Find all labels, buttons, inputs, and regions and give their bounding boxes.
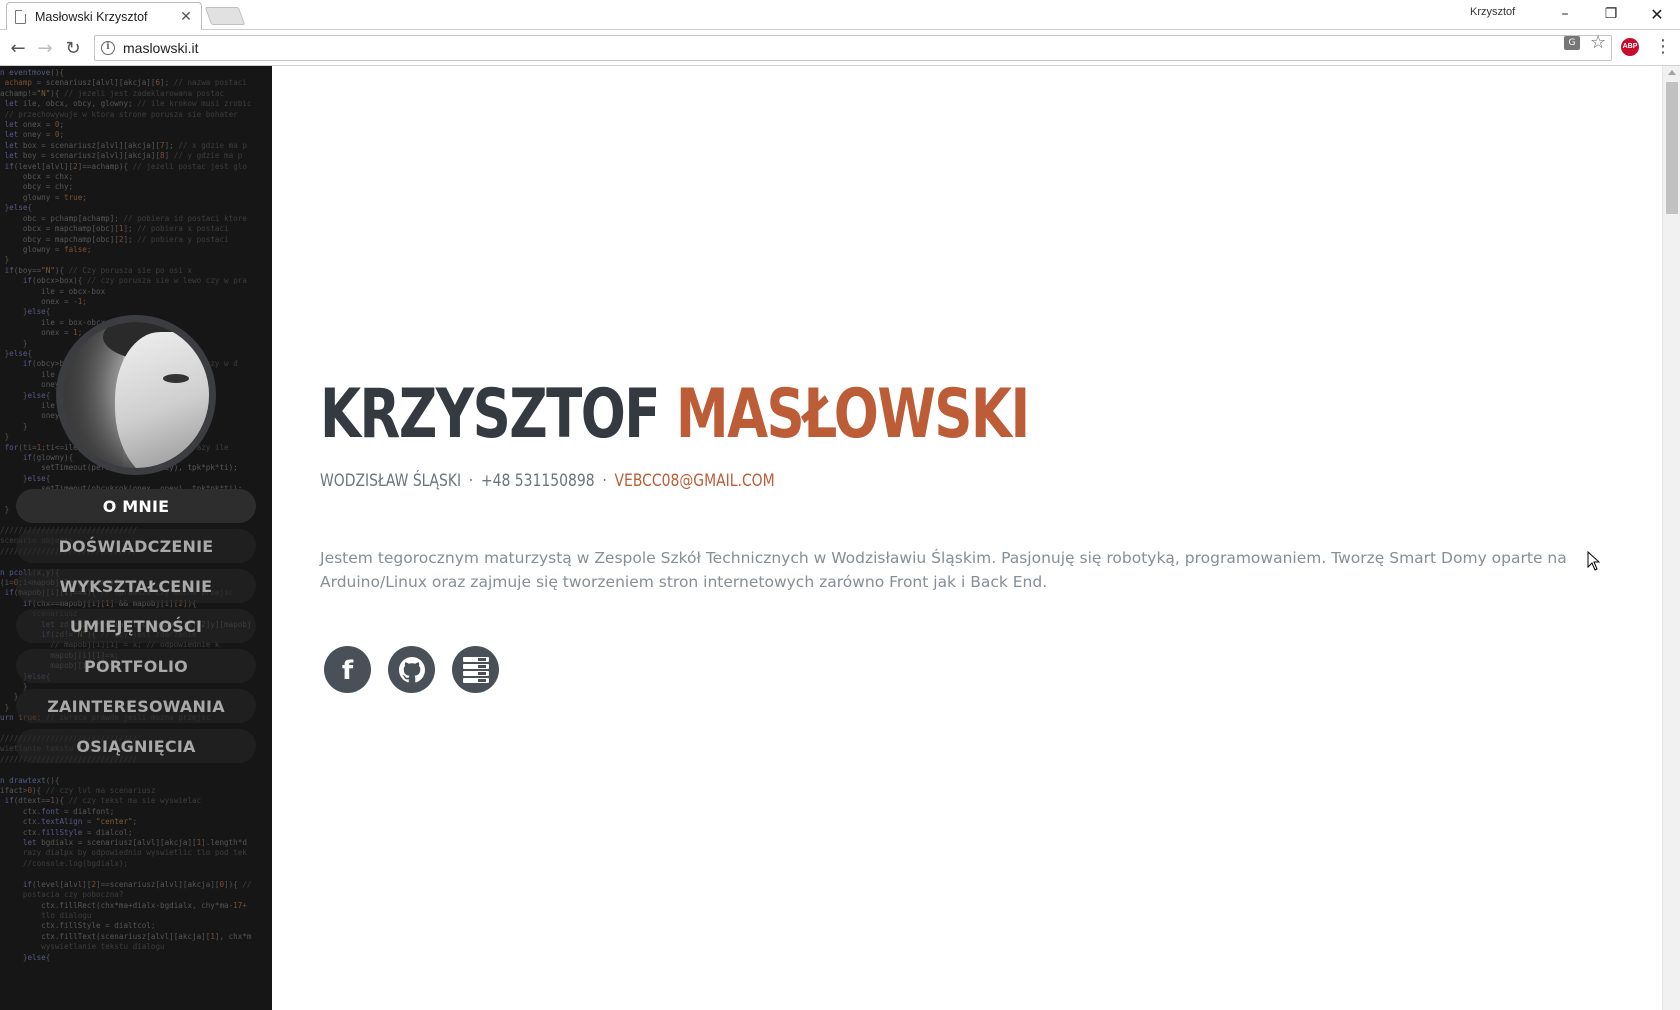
- bio-text: Jestem tegorocznym maturzystą w Zespole …: [320, 549, 1567, 591]
- browser-menu-icon[interactable]: ⋮: [1654, 36, 1672, 57]
- reload-icon[interactable]: ↻: [61, 36, 85, 60]
- side-navigation: O MNIE DOŚWIADCZENIE WYKSZTAŁCENIE UMIEJ…: [16, 489, 256, 769]
- minimize-button[interactable]: –: [1542, 0, 1588, 28]
- translate-icon[interactable]: G: [1564, 36, 1580, 50]
- phone-text: +48 531150898: [480, 471, 595, 491]
- nav-item-o-mnie[interactable]: O MNIE: [16, 489, 256, 523]
- nav-item-portfolio[interactable]: PORTFOLIO: [16, 649, 256, 683]
- city-text: WODZISŁAW ŚLĄSKI: [320, 471, 462, 491]
- bookmark-star-icon[interactable]: ☆: [1590, 32, 1606, 53]
- tab-close-icon[interactable]: ✕: [179, 9, 193, 25]
- browser-titlebar: Masłowski Krzysztof ✕ Krzysztof – ❐ ✕: [0, 0, 1680, 30]
- separator: ·: [468, 471, 474, 491]
- nav-item-osiagniecia[interactable]: OSIĄGNIĘCIA: [16, 729, 256, 763]
- email-link[interactable]: VEBCC08@GMAIL.COM: [614, 471, 774, 491]
- page-icon: [15, 9, 26, 24]
- separator: ·: [602, 471, 607, 491]
- last-name: MASŁOWSKI: [675, 375, 1030, 454]
- facebook-icon: f: [341, 655, 354, 686]
- tab-title: Masłowski Krzysztof: [35, 9, 148, 24]
- contact-line: WODZISŁAW ŚLĄSKI · +48 531150898 · VEBCC…: [320, 471, 775, 491]
- first-name: KRZYSZTOF: [320, 375, 660, 454]
- info-icon[interactable]: i: [101, 41, 115, 55]
- github-icon: [398, 656, 425, 682]
- social-links: f: [324, 646, 499, 693]
- page-title: KRZYSZTOF MASŁOWSKI: [320, 375, 1030, 454]
- main-content: KRZYSZTOF MASŁOWSKI WODZISŁAW ŚLĄSKI · +…: [272, 66, 1662, 1010]
- forward-arrow-icon[interactable]: →: [33, 36, 57, 60]
- address-bar[interactable]: i maslowski.it: [94, 35, 1612, 61]
- restore-button[interactable]: ❐: [1588, 0, 1634, 28]
- url-text[interactable]: maslowski.it: [123, 40, 198, 56]
- server-icon: [462, 656, 489, 683]
- page-scrollbar[interactable]: [1662, 66, 1680, 1010]
- browser-tab[interactable]: Masłowski Krzysztof ✕: [6, 2, 202, 30]
- sidebar: n eventmove(){ achamp = scenariusz[alvl]…: [0, 66, 272, 1010]
- nav-item-doswiadczenie[interactable]: DOŚWIADCZENIE: [16, 529, 256, 563]
- back-arrow-icon[interactable]: ←: [6, 36, 30, 60]
- nav-item-zainteresowania[interactable]: ZAINTERESOWANIA: [16, 689, 256, 723]
- new-tab-button[interactable]: [204, 7, 246, 25]
- scroll-up-arrow-icon[interactable]: [1668, 70, 1676, 75]
- mouse-cursor-icon: [1587, 551, 1601, 571]
- browser-toolbar: ← → ↻ i maslowski.it G ☆ ABP ⋮: [0, 30, 1680, 66]
- adblock-icon[interactable]: ABP: [1621, 38, 1639, 56]
- profile-avatar: [56, 315, 216, 475]
- server-button[interactable]: [452, 646, 499, 693]
- nav-item-umiejetnosci[interactable]: UMIEJĘTNOŚCI: [16, 609, 256, 643]
- scroll-thumb[interactable]: [1666, 82, 1678, 214]
- close-window-button[interactable]: ✕: [1634, 0, 1680, 28]
- nav-item-wyksztalcenie[interactable]: WYKSZTAŁCENIE: [16, 569, 256, 603]
- github-button[interactable]: [388, 646, 435, 693]
- facebook-button[interactable]: f: [324, 646, 371, 693]
- profile-name[interactable]: Krzysztof: [1470, 6, 1515, 18]
